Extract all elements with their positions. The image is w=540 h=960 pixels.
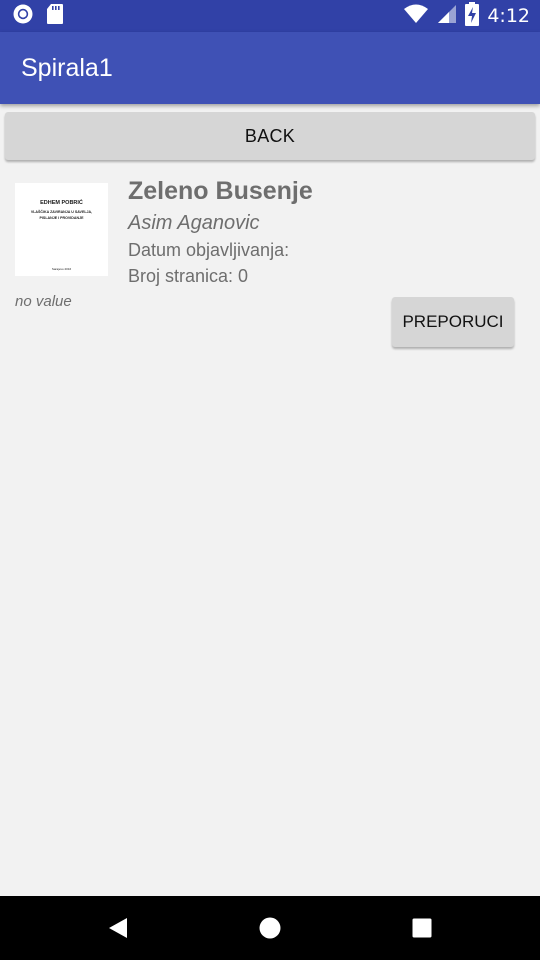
status-bar-right: 4:12: [403, 1, 530, 30]
home-circle-icon[interactable]: [254, 912, 286, 944]
back-triangle-icon[interactable]: [102, 912, 134, 944]
navigation-bar: [0, 896, 540, 960]
app-title: Spirala1: [21, 54, 113, 82]
status-bar-left: [12, 3, 64, 30]
sd-card-icon: [46, 3, 64, 30]
book-description: no value: [15, 293, 72, 310]
recommend-button[interactable]: PREPORUCI: [392, 297, 514, 347]
wifi-icon: [403, 3, 429, 30]
battery-charging-icon: [465, 1, 480, 31]
cover-title-line-2: PISLANJE I PROVIDANJE: [39, 216, 84, 220]
recents-square-icon[interactable]: [406, 912, 438, 944]
app-bar: Spirala1: [0, 32, 540, 104]
publish-date-label: Datum objavljivanja:: [128, 240, 290, 260]
notification-circle-icon: [12, 3, 34, 30]
page-count-label: Broj stranica: 0: [128, 266, 249, 286]
book-cover-image: EDHEM POBRIĆ VLAŠČIKA ZAVIRANJA U SAVELJ…: [15, 183, 108, 276]
cover-author: EDHEM POBRIĆ: [40, 200, 83, 206]
status-bar: 4:12: [0, 0, 540, 32]
status-time: 4:12: [487, 5, 530, 27]
cover-footer: Sarajevo 2016: [51, 267, 72, 271]
book-title: Zeleno Busenje: [128, 177, 313, 205]
book-author: Asim Aganovic: [128, 212, 260, 234]
back-button[interactable]: BACK: [5, 112, 535, 160]
signal-icon: [437, 3, 457, 30]
cover-title-line-1: VLAŠČIKA ZAVIRANJA U SAVELJA,: [30, 210, 93, 214]
